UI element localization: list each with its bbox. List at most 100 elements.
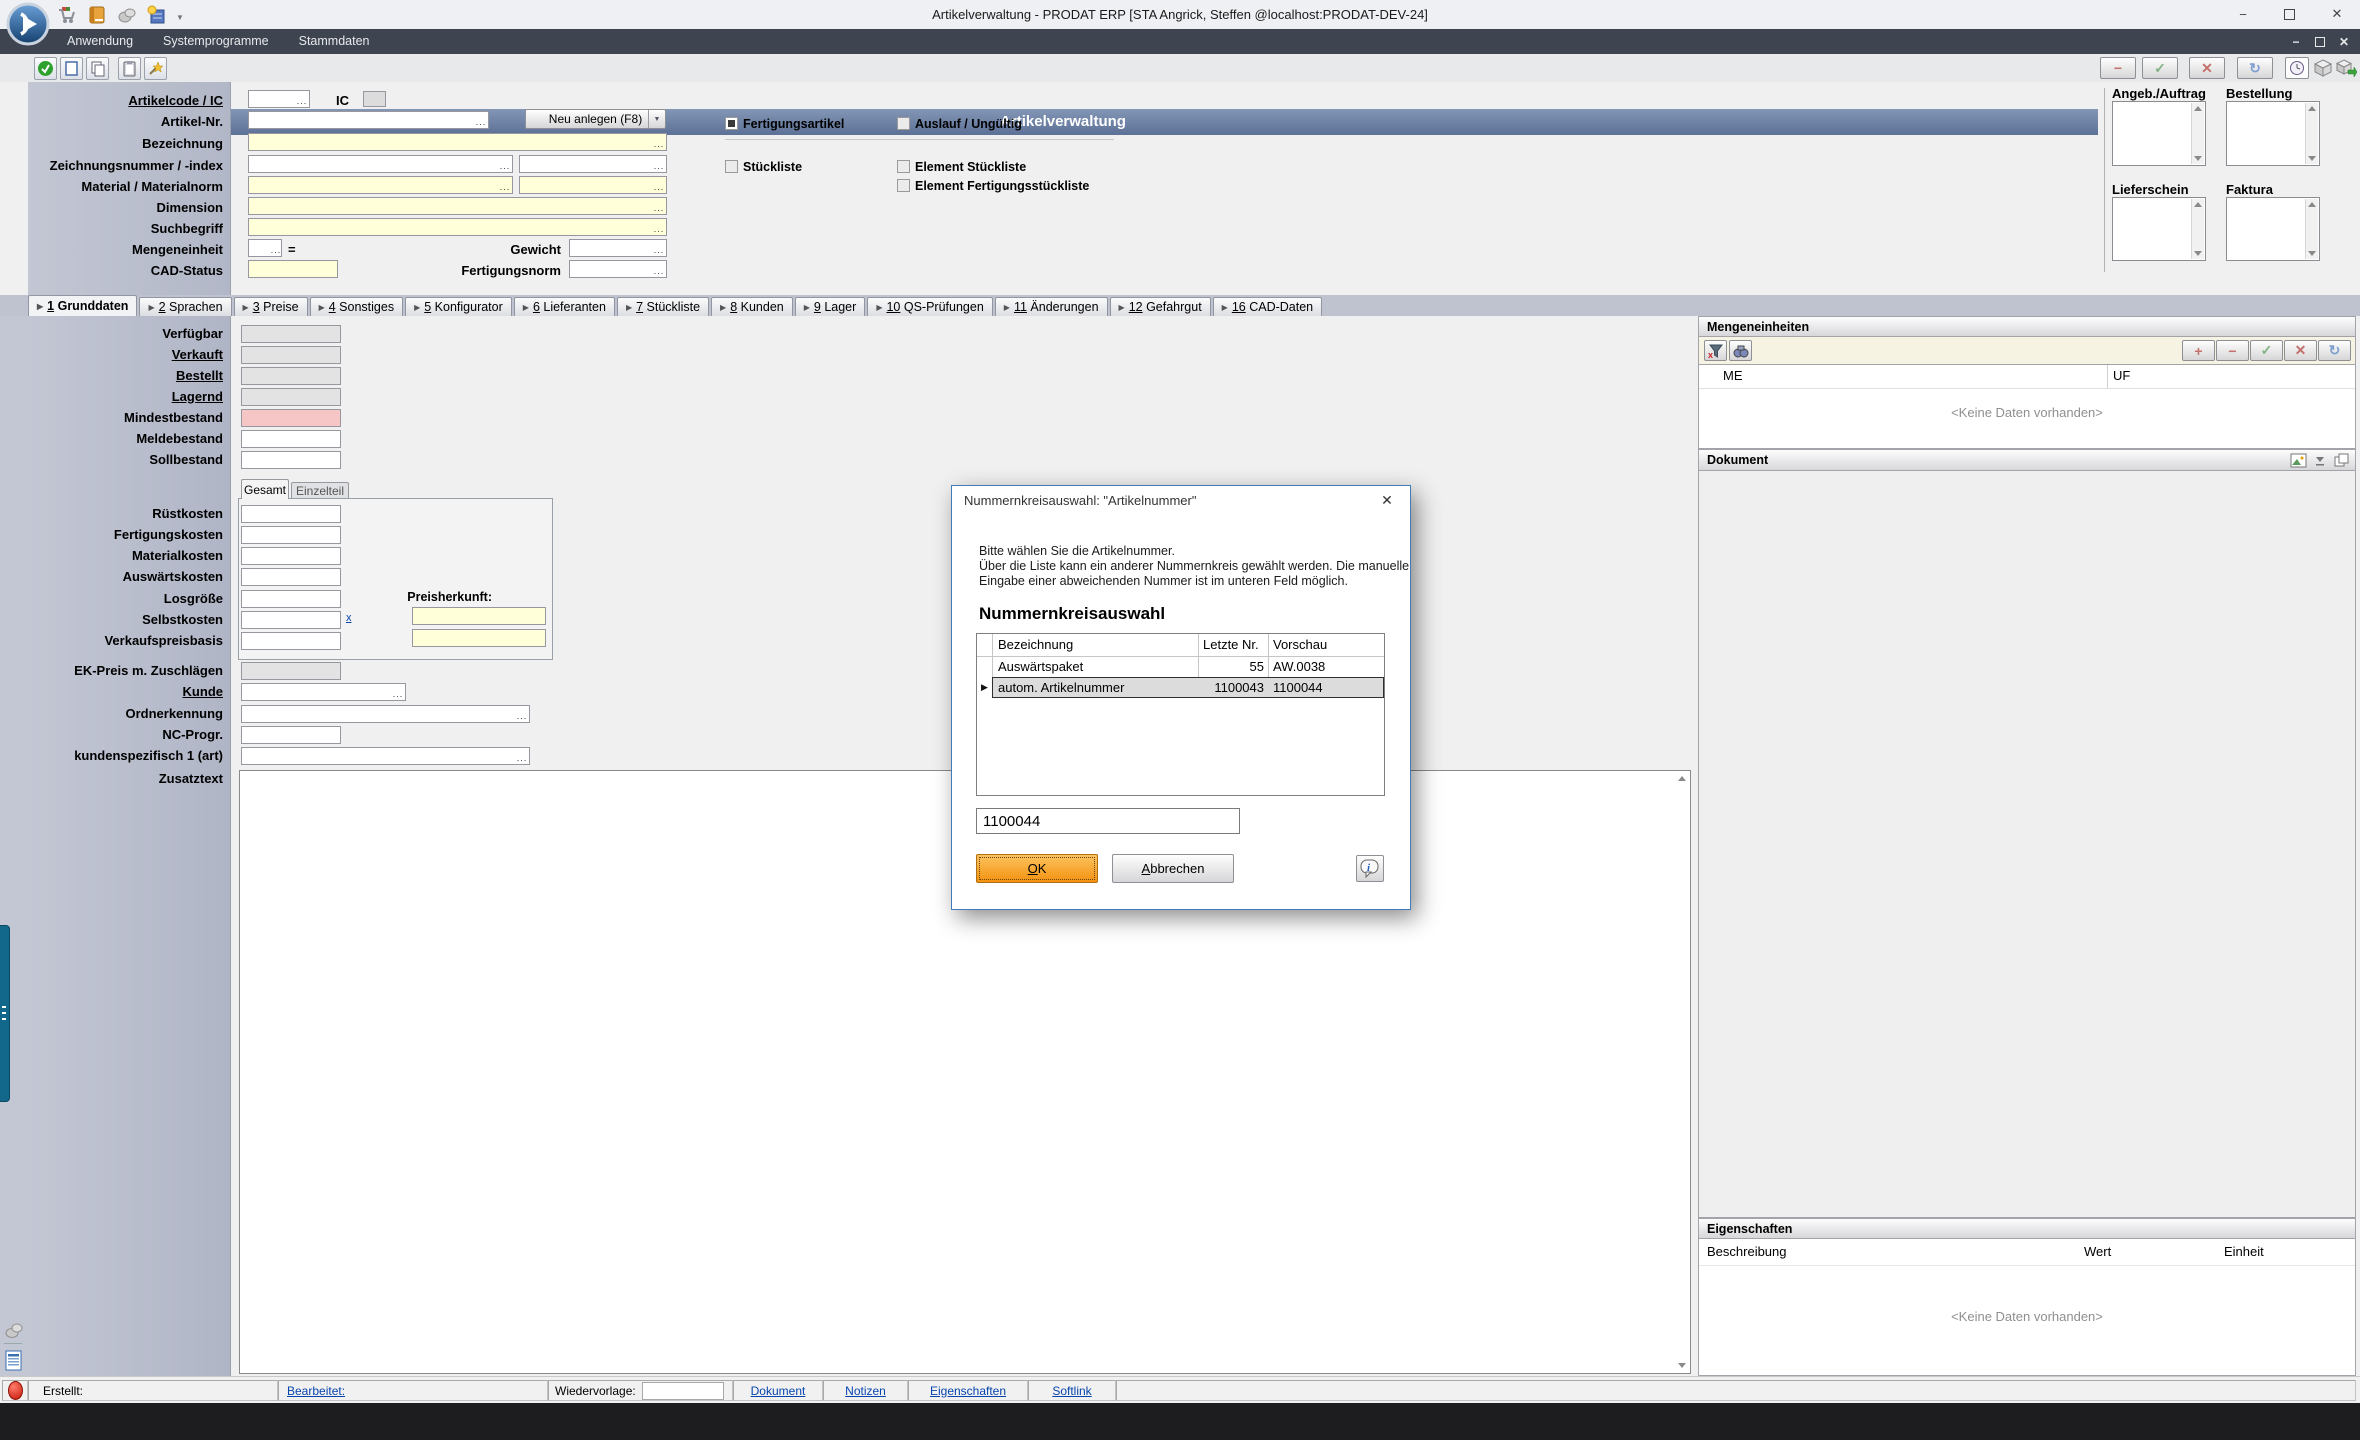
table-row[interactable]: Auswärtspaket 55 AW.0038 bbox=[977, 656, 1384, 677]
label-verkauft[interactable]: Verkauft bbox=[30, 346, 223, 363]
nc-progr-field[interactable] bbox=[241, 726, 341, 744]
dimension-field[interactable]: ... bbox=[248, 197, 667, 215]
stones-small-icon[interactable] bbox=[4, 1320, 24, 1345]
selbstkosten-x-link[interactable]: x bbox=[346, 612, 352, 624]
bestellung-scrollbar[interactable] bbox=[2305, 103, 2318, 164]
wiedervorlage-field[interactable] bbox=[641, 1381, 724, 1400]
tab-lager[interactable]: ▶ 9 Lager bbox=[794, 297, 866, 316]
artikelcode-field[interactable]: ... bbox=[248, 90, 310, 108]
confirm-icon[interactable] bbox=[34, 57, 57, 80]
help-info-button[interactable]: i bbox=[1356, 855, 1384, 882]
label-artikelcode[interactable]: Artikelcode / IC bbox=[30, 92, 223, 109]
element-stueckliste-checkbox[interactable] bbox=[897, 160, 910, 173]
cube-export-icon[interactable] bbox=[2335, 58, 2358, 83]
tab-preise[interactable]: ▶ 3 Preise bbox=[233, 297, 308, 316]
paste-icon[interactable] bbox=[118, 57, 141, 80]
artikelnr-field[interactable]: ... bbox=[248, 111, 489, 129]
bezeichnung-lookup-button[interactable]: ... bbox=[652, 134, 666, 149]
cadstatus-field[interactable] bbox=[248, 260, 338, 278]
tab-sonstiges[interactable]: ▶ 4 Sonstiges bbox=[309, 297, 404, 316]
header-remove-button[interactable]: − bbox=[2100, 57, 2136, 79]
window-icon[interactable] bbox=[2334, 453, 2349, 471]
softlink-link[interactable]: Softlink bbox=[1052, 1384, 1091, 1398]
tab-gefahrgut[interactable]: ▶ 12 Gefahrgut bbox=[1109, 297, 1211, 316]
zusatztext-scroll-down[interactable] bbox=[1678, 1363, 1686, 1368]
me-col-header[interactable]: ME bbox=[1723, 365, 1743, 387]
auslauf-checkbox[interactable] bbox=[897, 117, 910, 130]
bezeichnung-field[interactable]: ... bbox=[248, 133, 667, 151]
dokument-link[interactable]: Dokument bbox=[751, 1384, 806, 1398]
mengeneinheiten-table[interactable]: ME UF <Keine Daten vorhanden> bbox=[1698, 365, 2356, 449]
meldebestand-field[interactable] bbox=[241, 430, 341, 448]
qat-dropdown-icon[interactable]: ▼ bbox=[176, 13, 184, 22]
stueckliste-checkbox[interactable] bbox=[725, 160, 738, 173]
auswaertskosten-field[interactable] bbox=[241, 568, 341, 586]
dialog-title-bar[interactable]: Nummernkreisauswahl: "Artikelnummer" ✕ bbox=[952, 486, 1408, 514]
close-button[interactable]: ✕ bbox=[2320, 0, 2354, 28]
tab-kunden[interactable]: ▶ 8 Kunden bbox=[711, 297, 793, 316]
lieferschein-scrollbar[interactable] bbox=[2191, 199, 2204, 259]
new-record-icon[interactable] bbox=[60, 57, 83, 80]
dialog-close-icon[interactable]: ✕ bbox=[1366, 486, 1408, 514]
zusatztext-scroll-up[interactable] bbox=[1678, 776, 1686, 781]
binoculars-icon[interactable] bbox=[1729, 340, 1752, 361]
filter-icon[interactable]: x bbox=[1704, 340, 1727, 361]
col-letzte-nr[interactable]: Letzte Nr. bbox=[1203, 634, 1259, 656]
menu-anwendung[interactable]: Anwendung bbox=[52, 29, 148, 54]
artikelcode-lookup-button[interactable]: ... bbox=[295, 91, 309, 106]
cart-icon[interactable] bbox=[56, 4, 78, 31]
zeichnungsindex-lookup-button[interactable]: ... bbox=[652, 156, 666, 171]
gewicht-field[interactable]: ... bbox=[569, 239, 667, 257]
neu-anlegen-button[interactable]: Neu anlegen (F8) ▼ bbox=[525, 109, 666, 129]
tab-lieferanten[interactable]: ▶ 6 Lieferanten bbox=[513, 297, 615, 316]
restore-button[interactable] bbox=[2272, 0, 2306, 28]
collapse-icon[interactable] bbox=[2313, 453, 2328, 471]
menu-stammdaten[interactable]: Stammdaten bbox=[284, 29, 385, 54]
gewicht-lookup-button[interactable]: ... bbox=[652, 240, 666, 255]
materialnorm-field[interactable]: ... bbox=[519, 176, 667, 194]
label-lagernd[interactable]: Lagernd bbox=[30, 388, 223, 405]
angeb-auftrag-listbox[interactable] bbox=[2112, 101, 2206, 166]
eigenschaften-table[interactable]: Beschreibung Wert Einheit <Keine Daten v… bbox=[1698, 1239, 2356, 1376]
notizen-link[interactable]: Notizen bbox=[845, 1384, 886, 1398]
header-refresh-button[interactable]: ↻ bbox=[2237, 57, 2273, 79]
tab-stueckliste[interactable]: ▶ 7 Stückliste bbox=[616, 297, 710, 316]
tab-aenderungen[interactable]: ▶ 11 Änderungen bbox=[994, 297, 1108, 316]
kundenspezifisch-field[interactable]: ... bbox=[241, 747, 530, 765]
materialkosten-field[interactable] bbox=[241, 547, 341, 565]
selbstkosten-field[interactable] bbox=[241, 611, 341, 629]
angeb-auftrag-scrollbar[interactable] bbox=[2191, 103, 2204, 164]
menu-systemprogramme[interactable]: Systemprogramme bbox=[148, 29, 284, 54]
label-bestellt[interactable]: Bestellt bbox=[30, 367, 223, 384]
zeichnungsnummer-lookup-button[interactable]: ... bbox=[498, 156, 512, 171]
fertigungsartikel-checkbox[interactable] bbox=[725, 117, 738, 130]
material-field[interactable]: ... bbox=[248, 176, 513, 194]
kundenspezifisch-lookup-button[interactable]: ... bbox=[515, 748, 529, 763]
ic-field[interactable] bbox=[363, 91, 386, 107]
sollbestand-field[interactable] bbox=[241, 451, 341, 469]
suchbegriff-lookup-button[interactable]: ... bbox=[652, 219, 666, 234]
header-accept-button[interactable]: ✓ bbox=[2142, 57, 2178, 79]
me-cancel-button[interactable]: ✕ bbox=[2284, 340, 2317, 361]
fertigungskosten-field[interactable] bbox=[241, 526, 341, 544]
uf-col-header[interactable]: UF bbox=[2113, 365, 2130, 387]
wert-col-header[interactable]: Wert bbox=[2084, 1241, 2111, 1263]
eigenschaften-link[interactable]: Eigenschaften bbox=[930, 1384, 1006, 1398]
neu-anlegen-dropdown-icon[interactable]: ▼ bbox=[648, 110, 665, 128]
losgroesse-field[interactable] bbox=[241, 590, 341, 608]
preisherkunft-field-2[interactable] bbox=[412, 629, 546, 647]
mdi-restore-button[interactable] bbox=[2308, 29, 2332, 54]
materialnorm-lookup-button[interactable]: ... bbox=[652, 177, 666, 192]
ordnerkennung-lookup-button[interactable]: ... bbox=[515, 706, 529, 721]
fertigungsnorm-field[interactable]: ... bbox=[569, 260, 667, 278]
mengeneinheit-field[interactable]: ... bbox=[248, 239, 282, 257]
col-vorschau[interactable]: Vorschau bbox=[1273, 634, 1327, 656]
mengeneinheit-lookup-button[interactable]: ... bbox=[271, 240, 281, 255]
mdi-minimize-button[interactable]: − bbox=[2284, 29, 2308, 54]
zeichnungsnummer-field[interactable]: ... bbox=[248, 155, 513, 173]
cube-icon[interactable] bbox=[2313, 58, 2333, 83]
server-icon[interactable] bbox=[146, 4, 168, 31]
table-row-selected[interactable]: ▶ autom. Artikelnummer 1100043 1100044 bbox=[977, 677, 1384, 698]
picture-icon[interactable] bbox=[2290, 453, 2307, 471]
tab-qs-pruefungen[interactable]: ▶ 10 QS-Prüfungen bbox=[867, 297, 993, 316]
